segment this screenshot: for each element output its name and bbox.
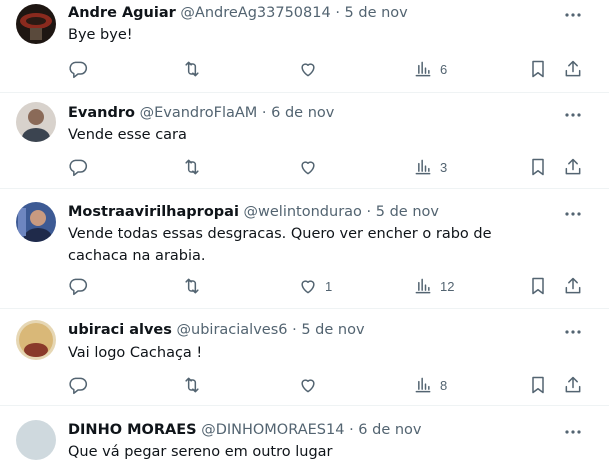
views-count: 8 <box>440 377 448 393</box>
views-count: 3 <box>440 159 448 175</box>
reply-icon <box>69 159 88 177</box>
reply-button[interactable] <box>68 58 95 80</box>
user-handle[interactable]: @ubiracialves6 <box>177 322 288 338</box>
share-icon <box>565 158 581 175</box>
action-bar: 6 <box>66 58 596 80</box>
like-button[interactable] <box>298 156 325 178</box>
tweet-text: Bye bye! <box>68 27 133 43</box>
share-button[interactable] <box>563 275 583 297</box>
retweet-button[interactable] <box>182 58 209 80</box>
bookmark-button[interactable] <box>528 275 548 297</box>
reply-icon <box>69 61 88 79</box>
share-icon <box>565 376 581 393</box>
more-icon[interactable] <box>563 322 583 342</box>
views-icon <box>415 377 431 393</box>
tweet-date[interactable]: 5 de nov <box>376 204 439 220</box>
bookmark-icon <box>532 277 544 295</box>
reply-button[interactable] <box>68 156 95 178</box>
reply-tweet[interactable]: ubiraci alves @ubiracialves6 · 5 de nov … <box>0 309 609 406</box>
views-count: 6 <box>440 61 448 77</box>
more-icon[interactable] <box>563 422 583 442</box>
tweet-text: Vende todas essas desgracas. Quero ver e… <box>68 226 492 264</box>
reply-tweet[interactable]: DINHO MORAES @DINHOMORAES14 · 6 de nov Q… <box>0 406 609 473</box>
separator-dot: · <box>335 5 340 21</box>
user-handle[interactable]: @welintondurao <box>244 204 362 220</box>
separator-dot: · <box>349 422 354 438</box>
separator-dot: · <box>366 204 372 220</box>
like-icon <box>301 161 315 175</box>
separator-dot: · <box>292 322 297 338</box>
share-button[interactable] <box>563 374 583 396</box>
display-name[interactable]: ubiraci alves <box>68 322 172 338</box>
retweet-icon <box>185 278 199 294</box>
display-name[interactable]: Evandro <box>68 105 135 121</box>
tweet-date[interactable]: 6 de nov <box>271 105 334 121</box>
views-button[interactable]: 3 <box>413 156 447 178</box>
like-button[interactable]: 1 <box>298 275 332 297</box>
bookmark-button[interactable] <box>528 374 548 396</box>
like-icon <box>301 280 315 294</box>
bookmark-button[interactable] <box>528 156 548 178</box>
avatar[interactable] <box>16 102 56 142</box>
views-button[interactable]: 12 <box>413 275 454 297</box>
bookmark-button[interactable] <box>528 58 548 80</box>
like-count: 1 <box>325 278 333 294</box>
action-bar: 1 12 <box>66 275 596 297</box>
tweet-text: Vende esse cara <box>68 127 187 143</box>
action-bar: 8 <box>66 374 596 396</box>
display-name[interactable]: Andre Aguiar <box>68 5 176 21</box>
display-name[interactable]: Mostraavirilhapropai <box>68 204 239 220</box>
tweet-date[interactable]: 6 de nov <box>358 422 421 438</box>
user-handle[interactable]: @AndreAg33750814 <box>180 5 330 21</box>
views-button[interactable]: 6 <box>413 58 447 80</box>
tweet-date[interactable]: 5 de nov <box>301 322 364 338</box>
bookmark-icon <box>532 60 544 78</box>
reply-button[interactable] <box>68 374 95 396</box>
avatar[interactable] <box>16 202 56 242</box>
tweet-text: Vai logo Cachaça ! <box>68 345 203 361</box>
reply-tweet[interactable]: Evandro @EvandroFlaAM · 6 de nov Vende e… <box>0 93 609 189</box>
share-icon <box>565 277 581 294</box>
user-handle[interactable]: @DINHOMORAES14 <box>201 422 344 438</box>
bookmark-icon <box>532 376 544 394</box>
retweet-button[interactable] <box>182 374 209 396</box>
retweet-button[interactable] <box>182 156 209 178</box>
views-icon <box>415 61 431 77</box>
like-button[interactable] <box>298 58 325 80</box>
bookmark-icon <box>532 158 544 176</box>
reply-icon <box>69 278 88 296</box>
reply-icon <box>69 377 88 395</box>
avatar[interactable] <box>16 420 56 460</box>
user-handle[interactable]: @EvandroFlaAM <box>140 105 258 121</box>
replies-feed: Andre Aguiar @AndreAg33750814 · 5 de nov… <box>0 0 609 473</box>
views-icon <box>415 159 431 175</box>
share-icon <box>565 60 581 77</box>
retweet-icon <box>185 61 199 77</box>
share-button[interactable] <box>563 156 583 178</box>
reply-tweet[interactable]: Mostraavirilhapropai @welintondurao · 5 … <box>0 189 609 309</box>
retweet-icon <box>185 377 199 393</box>
views-icon <box>415 278 431 294</box>
display-name[interactable]: DINHO MORAES <box>68 422 197 438</box>
avatar[interactable] <box>16 320 56 360</box>
like-icon <box>301 379 315 393</box>
avatar[interactable] <box>16 4 56 44</box>
like-icon <box>301 63 315 77</box>
action-bar: 3 <box>66 156 596 178</box>
more-icon[interactable] <box>563 105 583 125</box>
retweet-icon <box>185 159 199 175</box>
like-button[interactable] <box>298 374 325 396</box>
more-icon[interactable] <box>563 5 583 25</box>
more-icon[interactable] <box>563 204 583 224</box>
retweet-button[interactable] <box>182 275 209 297</box>
tweet-text: Que vá pegar sereno em outro lugar <box>68 444 333 460</box>
views-button[interactable]: 8 <box>413 374 447 396</box>
share-button[interactable] <box>563 58 583 80</box>
reply-button[interactable] <box>68 275 95 297</box>
separator-dot: · <box>261 105 267 121</box>
views-count: 12 <box>440 278 455 294</box>
reply-tweet[interactable]: Andre Aguiar @AndreAg33750814 · 5 de nov… <box>0 0 609 93</box>
tweet-date[interactable]: 5 de nov <box>345 5 408 21</box>
